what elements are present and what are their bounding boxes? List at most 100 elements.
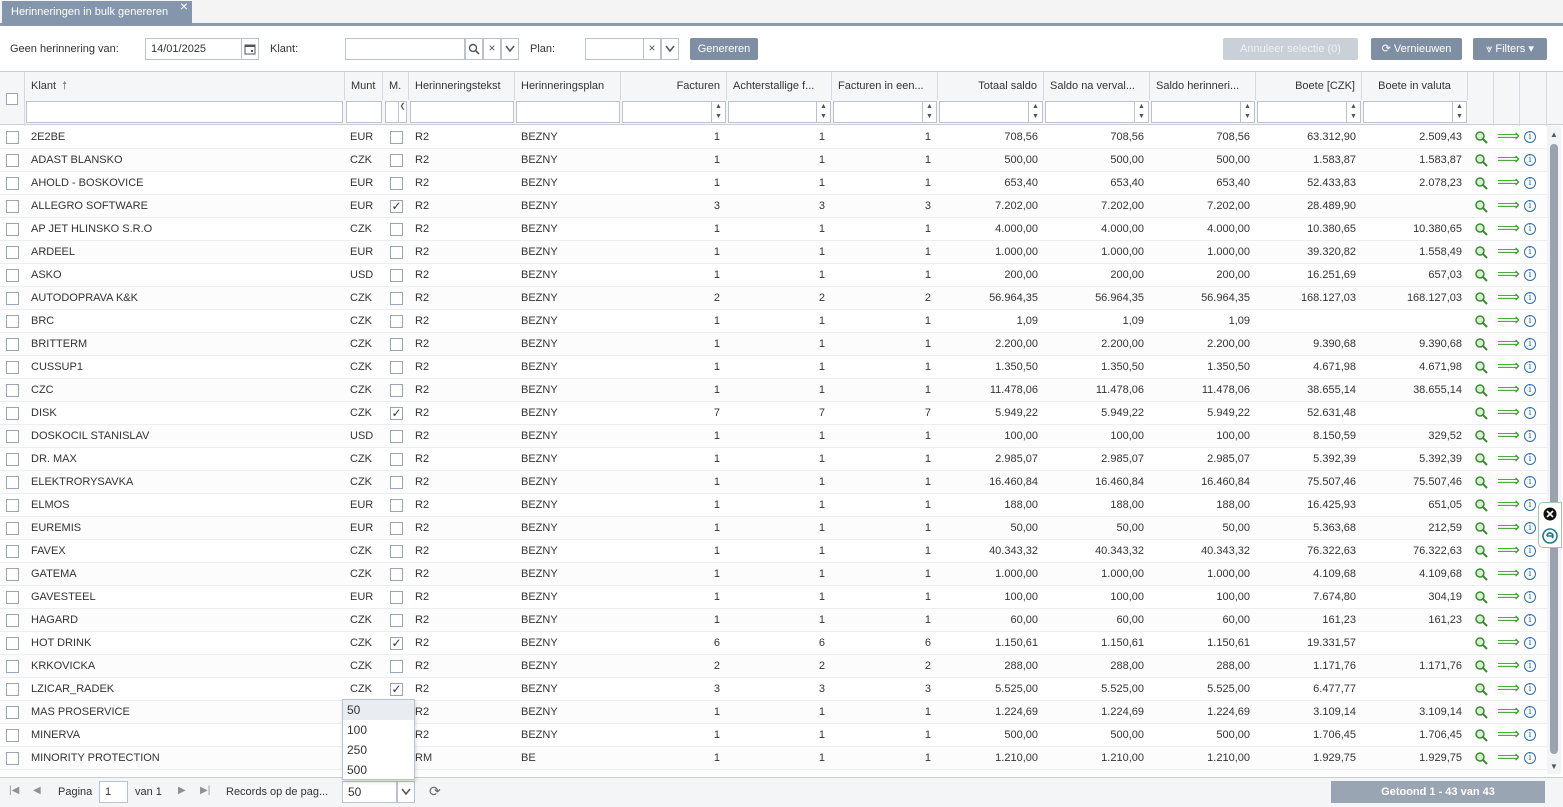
table-row[interactable]: KRKOVICKA CZK R2 BEZNY 2 2 2 288,00 288,… <box>0 655 1547 678</box>
table-row[interactable]: AHOLD - BOSKOVICE EUR R2 BEZNY 1 1 1 653… <box>0 172 1547 195</box>
search-customer-icon[interactable] <box>1474 636 1488 650</box>
table-row[interactable]: BRC CZK R2 BEZNY 1 1 1 1,09 1,09 1,09 ⟹ … <box>0 310 1547 333</box>
info-icon[interactable]: i <box>1524 453 1536 465</box>
info-icon[interactable]: i <box>1524 637 1536 649</box>
col-header-facturen-in-een[interactable]: Facturen in een... <box>832 72 938 100</box>
cell-m-checkbox[interactable] <box>390 246 403 259</box>
arrow-right-icon[interactable]: ⟹ <box>1497 611 1520 629</box>
search-customer-icon[interactable] <box>1474 659 1488 673</box>
info-icon[interactable]: i <box>1524 499 1536 511</box>
row-checkbox[interactable] <box>6 315 19 328</box>
col-header-munt[interactable]: Munt <box>345 72 383 100</box>
table-row[interactable]: HOT DRINK CZK ✓ R2 BEZNY 6 6 6 1.150,61 … <box>0 632 1547 655</box>
info-icon[interactable]: i <box>1524 591 1536 603</box>
table-row[interactable]: GAVESTEEL EUR R2 BEZNY 1 1 1 100,00 100,… <box>0 586 1547 609</box>
table-row[interactable]: MINORITY PROTECTION RM BE 1 1 1 1.210,00… <box>0 747 1547 770</box>
info-icon[interactable]: i <box>1524 522 1536 534</box>
table-row[interactable]: DOSKOCIL STANISLAV USD R2 BEZNY 1 1 1 10… <box>0 425 1547 448</box>
arrow-right-icon[interactable]: ⟹ <box>1497 381 1520 399</box>
calendar-icon[interactable] <box>241 38 259 60</box>
search-customer-icon[interactable] <box>1474 613 1488 627</box>
info-icon[interactable]: i <box>1524 177 1536 189</box>
cell-m-checkbox[interactable] <box>390 361 403 374</box>
arrow-right-icon[interactable]: ⟹ <box>1497 358 1520 376</box>
next-page-icon[interactable]: ▶ <box>178 785 186 796</box>
cell-m-checkbox[interactable] <box>390 430 403 443</box>
row-checkbox[interactable] <box>6 683 19 696</box>
info-icon[interactable]: i <box>1524 706 1536 718</box>
close-circle-icon[interactable] <box>1543 507 1557 521</box>
filter-saldo-na-verval-stepper[interactable]: ▲ ▼ <box>1045 101 1149 123</box>
search-customer-icon[interactable] <box>1474 314 1488 328</box>
chevron-down-icon[interactable] <box>397 781 415 803</box>
row-checkbox[interactable] <box>6 545 19 558</box>
cell-m-checkbox[interactable] <box>390 177 403 190</box>
search-customer-icon[interactable] <box>1474 452 1488 466</box>
row-checkbox[interactable] <box>6 706 19 719</box>
cell-m-checkbox[interactable] <box>390 338 403 351</box>
arrow-right-icon[interactable]: ⟹ <box>1497 703 1520 721</box>
search-customer-icon[interactable] <box>1474 544 1488 558</box>
info-icon[interactable]: i <box>1524 729 1536 741</box>
table-row[interactable]: HAGARD CZK R2 BEZNY 1 1 1 60,00 60,00 60… <box>0 609 1547 632</box>
row-checkbox[interactable] <box>6 292 19 305</box>
prev-page-icon[interactable]: ◀ <box>33 785 41 796</box>
filters-button[interactable]: ⩔ Filters ▾ <box>1473 38 1547 60</box>
info-icon[interactable]: i <box>1524 338 1536 350</box>
arrow-right-icon[interactable]: ⟹ <box>1497 588 1520 606</box>
cell-m-checkbox[interactable] <box>390 591 403 604</box>
row-checkbox[interactable] <box>6 591 19 604</box>
table-row[interactable]: LZICAR_RADEK CZK ✓ R2 BEZNY 3 3 3 5.525,… <box>0 678 1547 701</box>
filter-munt-input[interactable] <box>346 101 382 123</box>
filter-boete-valuta-stepper[interactable]: ▲ ▼ <box>1363 101 1467 123</box>
col-header-klant[interactable]: Klant 🠕 <box>25 72 345 100</box>
cell-m-checkbox[interactable] <box>390 315 403 328</box>
search-customer-icon[interactable] <box>1474 751 1488 765</box>
customer-input[interactable] <box>345 38 465 60</box>
cell-m-checkbox[interactable] <box>390 660 403 673</box>
row-checkbox[interactable] <box>6 637 19 650</box>
filter-facturen-in-een-stepper[interactable]: ▲ ▼ <box>833 101 937 123</box>
info-icon[interactable]: i <box>1524 292 1536 304</box>
col-header-boete-valuta[interactable]: Boete in valuta <box>1362 72 1468 100</box>
info-icon[interactable]: i <box>1524 154 1536 166</box>
row-checkbox[interactable] <box>6 499 19 512</box>
arrow-right-icon[interactable]: ⟹ <box>1497 197 1520 215</box>
chevron-down-icon[interactable] <box>661 38 679 60</box>
col-header-saldo-herinneri[interactable]: Saldo herinneri... <box>1150 72 1256 100</box>
info-icon[interactable]: i <box>1524 407 1536 419</box>
info-icon[interactable]: i <box>1524 361 1536 373</box>
filter-klant-input[interactable] <box>26 101 343 123</box>
info-icon[interactable]: i <box>1524 315 1536 327</box>
search-customer-icon[interactable] <box>1474 705 1488 719</box>
filter-totaal-saldo-stepper[interactable]: ▲ ▼ <box>939 101 1043 123</box>
cell-m-checkbox[interactable] <box>390 384 403 397</box>
search-customer-icon[interactable] <box>1474 268 1488 282</box>
arrow-right-icon[interactable]: ⟹ <box>1497 128 1520 146</box>
table-row[interactable]: ADAST BLANSKO CZK R2 BEZNY 1 1 1 500,00 … <box>0 149 1547 172</box>
table-row[interactable]: MAS PROSERVICE R2 BEZNY 1 1 1 1.224,69 1… <box>0 701 1547 724</box>
table-row[interactable]: CUSSUP1 CZK R2 BEZNY 1 1 1 1.350,50 1.35… <box>0 356 1547 379</box>
cell-m-checkbox[interactable] <box>390 154 403 167</box>
table-row[interactable]: ALLEGRO SOFTWARE EUR ✓ R2 BEZNY 3 3 3 7.… <box>0 195 1547 218</box>
arrow-right-icon[interactable]: ⟹ <box>1497 312 1520 330</box>
info-icon[interactable]: i <box>1524 131 1536 143</box>
stepper-icon[interactable]: ▲ ▼ <box>711 102 725 122</box>
refresh-button[interactable]: ⟳ Vernieuwen <box>1371 38 1462 60</box>
search-customer-icon[interactable] <box>1474 222 1488 236</box>
search-customer-icon[interactable] <box>1474 475 1488 489</box>
table-row[interactable]: GATEMA CZK R2 BEZNY 1 1 1 1.000,00 1.000… <box>0 563 1547 586</box>
row-checkbox[interactable] <box>6 384 19 397</box>
row-checkbox[interactable] <box>6 752 19 765</box>
info-icon[interactable]: i <box>1524 683 1536 695</box>
info-icon[interactable]: i <box>1524 660 1536 672</box>
reload-icon[interactable]: ⟳ <box>429 783 441 800</box>
search-customer-icon[interactable] <box>1474 176 1488 190</box>
table-row[interactable]: ARDEEL EUR R2 BEZNY 1 1 1 1.000,00 1.000… <box>0 241 1547 264</box>
arrow-right-icon[interactable]: ⟹ <box>1497 565 1520 583</box>
select-all-checkbox[interactable] <box>6 93 18 105</box>
row-checkbox[interactable] <box>6 269 19 282</box>
stepper-icon[interactable]: ▲ ▼ <box>1240 102 1254 122</box>
arrow-right-icon[interactable]: ⟹ <box>1497 634 1520 652</box>
cell-m-checkbox[interactable] <box>390 568 403 581</box>
